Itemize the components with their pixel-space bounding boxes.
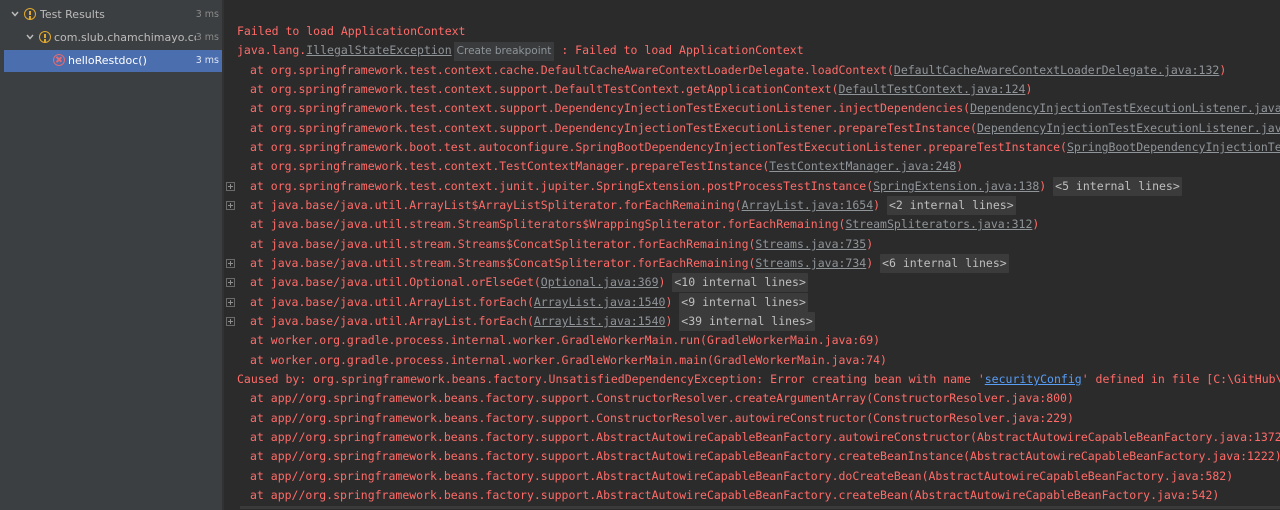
stack-frame: at java.base/java.util.stream.Streams$Co…	[250, 254, 1009, 273]
expand-fold-icon[interactable]	[226, 298, 235, 307]
source-link[interactable]: DependencyInjectionTestExecutionListener…	[970, 101, 1280, 115]
stack-frame: at worker.org.gradle.process.internal.wo…	[250, 353, 887, 367]
chevron-down-icon[interactable]	[25, 32, 35, 42]
stack-frame: at org.springframework.test.context.juni…	[250, 177, 1182, 196]
test-results-tree: Test Results 3 ms com.slub.chamchimayo.c…	[0, 0, 222, 510]
source-link[interactable]: ArrayList.java:1540	[534, 295, 666, 309]
stack-frame: at java.base/java.util.stream.Streams$Co…	[250, 237, 874, 251]
exception-class-link[interactable]: IllegalStateException	[306, 43, 451, 57]
stack-frame: at java.base/java.util.ArrayList.forEach…	[250, 293, 808, 312]
stack-frame: at org.springframework.test.context.supp…	[250, 99, 1280, 118]
tree-node-label: helloRestdoc()	[68, 54, 147, 67]
stack-frame: at app//org.springframework.beans.factor…	[250, 469, 1234, 483]
source-link[interactable]: Streams.java:735	[755, 237, 866, 251]
internal-lines-fold[interactable]: <39 internal lines>	[679, 312, 815, 331]
expand-fold-icon[interactable]	[226, 259, 235, 268]
internal-lines-fold[interactable]: <9 internal lines>	[679, 293, 808, 312]
stack-frame: at worker.org.gradle.process.internal.wo…	[250, 333, 881, 347]
tree-node-label: com.slub.chamchimayo.contro	[54, 31, 196, 44]
stack-frame: at java.base/java.util.Optional.orElseGe…	[250, 273, 808, 292]
stack-frame: at app//org.springframework.beans.factor…	[250, 430, 1280, 444]
horizontal-scrollbar[interactable]	[240, 506, 1280, 509]
source-link[interactable]: ArrayList.java:1654	[742, 198, 874, 212]
source-link[interactable]: DependencyInjectionTestExecutionListener…	[977, 121, 1280, 135]
chevron-down-icon[interactable]	[10, 9, 20, 19]
stack-frame: at java.base/java.util.ArrayList.forEach…	[250, 312, 815, 331]
stack-frame: at org.springframework.boot.test.autocon…	[250, 138, 1280, 157]
source-link[interactable]: TestContextManager.java:248	[769, 159, 956, 173]
stack-frame: at java.base/java.util.stream.StreamSpli…	[250, 217, 1040, 231]
stack-frame: at org.springframework.test.context.cach…	[250, 63, 1227, 77]
error-icon	[53, 54, 65, 66]
source-link[interactable]: SpringExtension.java:138	[873, 179, 1039, 193]
expand-fold-icon[interactable]	[226, 278, 235, 287]
source-link[interactable]: DefaultCacheAwareContextLoaderDelegate.j…	[894, 63, 1219, 77]
tree-node-test-results[interactable]: Test Results 3 ms	[4, 4, 222, 26]
source-link[interactable]: SpringBootDependencyInjectionTestEx	[1067, 140, 1280, 154]
exception-line: java.lang.IllegalStateException Create br…	[237, 41, 804, 61]
tree-node-label: Test Results	[40, 8, 105, 21]
bean-name-link[interactable]: securityConfig	[985, 372, 1082, 386]
expand-fold-icon[interactable]	[226, 182, 235, 191]
caused-by-line: Caused by: org.springframework.beans.fac…	[237, 372, 1280, 386]
stack-frame: at app//org.springframework.beans.factor…	[250, 391, 1074, 405]
internal-lines-fold[interactable]: <10 internal lines>	[672, 273, 808, 292]
duration-label: 3 ms	[195, 9, 219, 20]
internal-lines-fold[interactable]: <6 internal lines>	[880, 254, 1009, 273]
duration-label: 3 ms	[195, 32, 219, 43]
create-breakpoint-hint[interactable]: Create breakpoint	[453, 42, 555, 61]
source-link[interactable]: DefaultTestContext.java:124	[839, 82, 1026, 96]
source-link[interactable]: Streams.java:734	[755, 256, 866, 270]
stack-frame: at app//org.springframework.beans.factor…	[250, 411, 1074, 425]
stack-frame: at java.base/java.util.ArrayList$ArrayLi…	[250, 196, 1016, 215]
stack-frame: at app//org.springframework.beans.factor…	[250, 449, 1280, 463]
stack-frame: at org.springframework.test.context.supp…	[250, 119, 1280, 138]
internal-lines-fold[interactable]: <2 internal lines>	[887, 196, 1016, 215]
source-link[interactable]: Optional.java:369	[541, 275, 659, 289]
expand-fold-icon[interactable]	[226, 317, 235, 326]
duration-label: 3 ms	[195, 55, 219, 66]
tree-node-test-method[interactable]: helloRestdoc() 3 ms	[4, 50, 222, 72]
warning-icon	[24, 8, 36, 20]
source-link[interactable]: ArrayList.java:1540	[534, 314, 666, 328]
stack-frame: at org.springframework.test.context.Test…	[250, 159, 964, 173]
stack-frame: at app//org.springframework.beans.factor…	[250, 488, 1220, 502]
tree-node-test-class[interactable]: com.slub.chamchimayo.contro 3 ms	[4, 27, 222, 49]
source-link[interactable]: StreamSpliterators.java:312	[845, 217, 1032, 231]
console-output: Failed to load ApplicationContext java.l…	[224, 0, 1280, 510]
internal-lines-fold[interactable]: <5 internal lines>	[1053, 177, 1182, 196]
stack-frame: at org.springframework.test.context.supp…	[250, 82, 1033, 96]
warning-icon	[39, 31, 51, 43]
expand-fold-icon[interactable]	[226, 201, 235, 210]
error-message-line: Failed to load ApplicationContext	[237, 24, 466, 38]
